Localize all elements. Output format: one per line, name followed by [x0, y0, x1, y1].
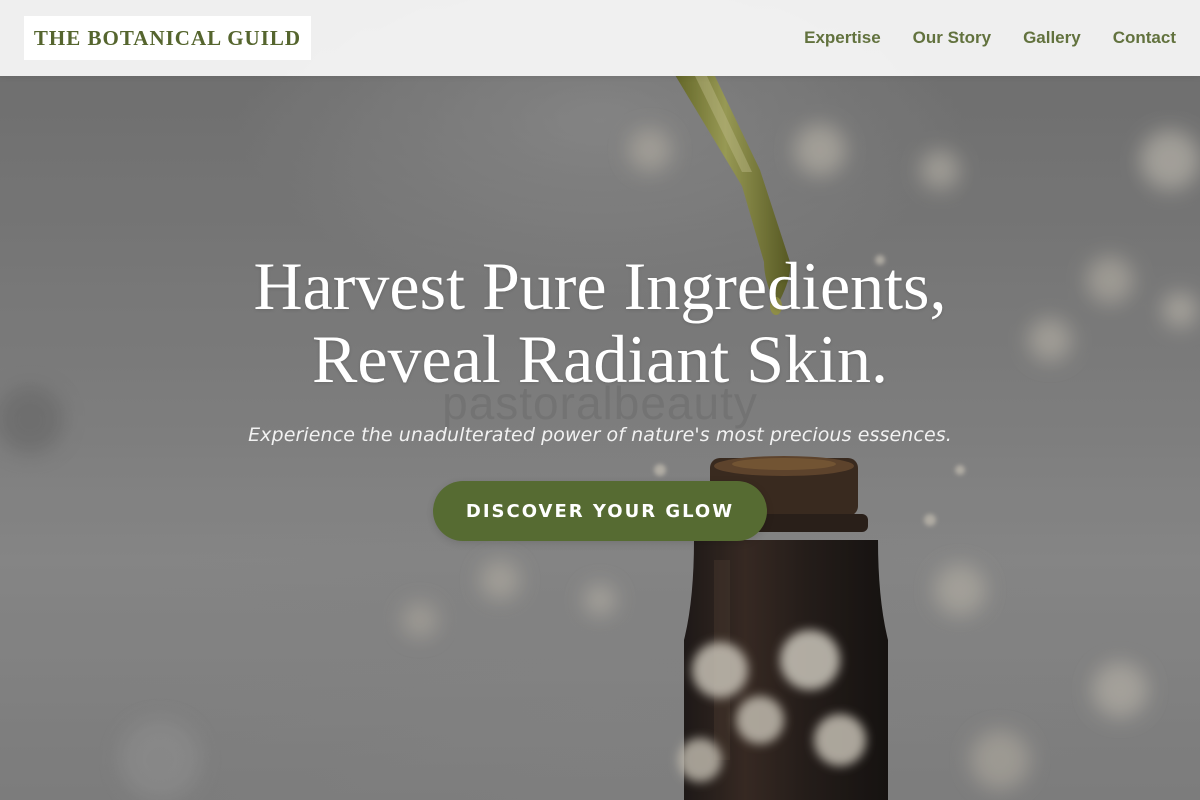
site-header: THE BOTANICAL GUILD Expertise Our Story … [0, 0, 1200, 76]
main-nav: Expertise Our Story Gallery Contact [804, 0, 1176, 76]
nav-link-contact[interactable]: Contact [1113, 28, 1176, 48]
nav-link-our-story[interactable]: Our Story [913, 28, 991, 48]
nav-link-expertise[interactable]: Expertise [804, 28, 881, 48]
logo-text: THE BOTANICAL GUILD [33, 25, 302, 50]
hero-headline: Harvest Pure Ingredients, Reveal Radiant… [0, 250, 1200, 396]
hero-content: pastoralbeauty Harvest Pure Ingredients,… [0, 250, 1200, 541]
hero-headline-line-2: Reveal Radiant Skin. [311, 321, 888, 397]
nav-link-gallery[interactable]: Gallery [1023, 28, 1081, 48]
hero-headline-line-1: Harvest Pure Ingredients, [253, 248, 947, 324]
hero-subtitle: Experience the unadulterated power of na… [248, 424, 952, 446]
logo[interactable]: THE BOTANICAL GUILD [24, 16, 311, 60]
discover-your-glow-button[interactable]: DISCOVER YOUR GLOW [433, 481, 767, 541]
